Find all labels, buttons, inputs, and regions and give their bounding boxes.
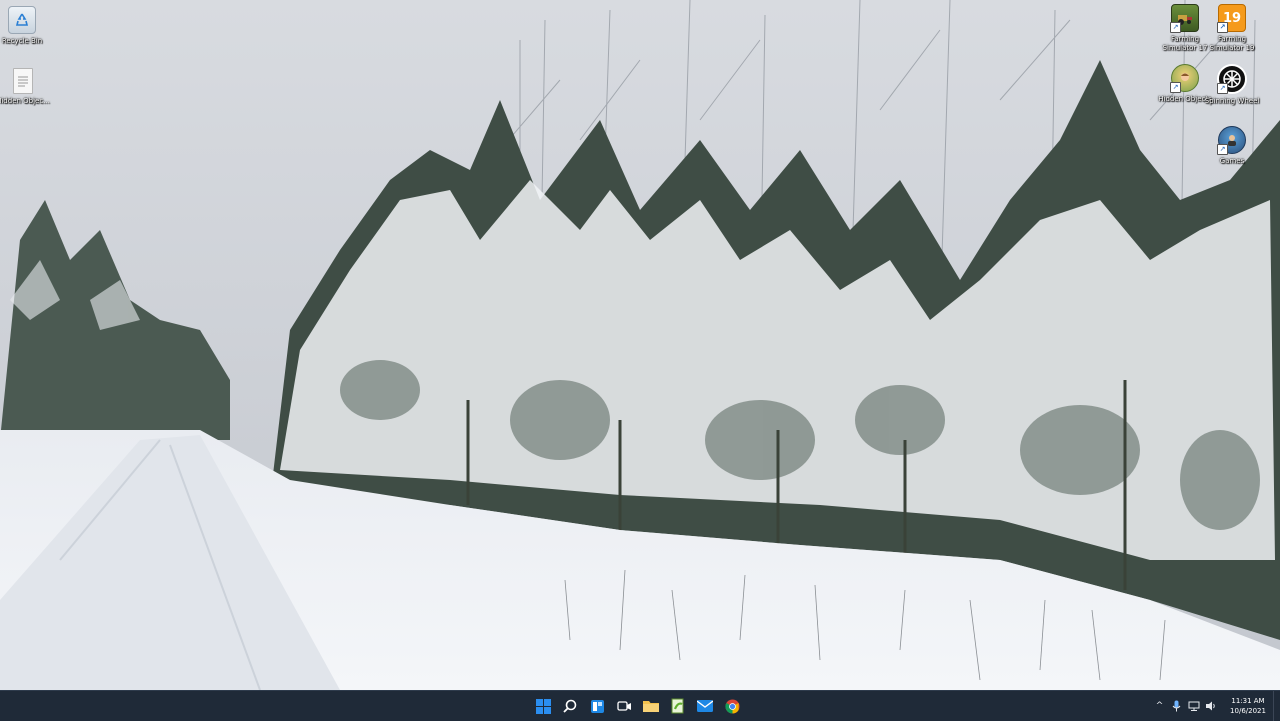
widgets-icon [590,699,604,713]
desktop-icon-label: Farming Simulator 19 [1209,35,1255,52]
taskbar-apps [533,691,742,721]
games-shortcut-icon: ↗ [1217,126,1246,155]
clock-time: 11:31 AM [1231,697,1265,705]
mail-icon [697,700,713,712]
shortcut-arrow-icon: ↗ [1217,83,1228,94]
folder-icon [643,701,659,712]
farming-simulator-19-icon: 19 ↗ [1217,4,1246,33]
network-icon [1188,701,1199,711]
search-button[interactable] [560,696,580,716]
desktop-icon-label: Recycle Bin [1,37,43,45]
wheel-app-icon: ↗ [1217,64,1247,94]
widgets-button[interactable] [587,696,607,716]
network-button[interactable] [1185,691,1202,721]
desktop-wallpaper [0,0,1280,690]
windows-start-icon [535,698,551,714]
mail-button[interactable] [695,696,715,716]
taskbar-clock[interactable]: 11:31 AM 10/6/2021 [1223,696,1273,716]
farming-simulator-17-icon: ↗ [1170,4,1199,33]
show-hidden-icons-button[interactable]: ^ [1151,691,1168,721]
desktop-icon-games[interactable]: ↗ Games [1202,126,1262,166]
chrome-button[interactable] [722,696,742,716]
chevron-up-icon: ^ [1155,701,1164,711]
desktop-icon-farming-simulator-19[interactable]: 19 ↗ Farming Simulator 19 [1202,4,1262,53]
shortcut-arrow-icon: ↗ [1217,22,1228,33]
notepad-plus-plus-icon [671,698,684,714]
shortcut-arrow-icon: ↗ [1170,22,1181,33]
microphone-icon [1172,700,1181,712]
start-button[interactable] [533,696,553,716]
desktop-icon-spinning-wheel[interactable]: ↗ Spinning Wheel [1202,64,1262,106]
shortcut-arrow-icon: ↗ [1170,82,1181,93]
show-desktop-button[interactable] [1273,691,1280,721]
recycle-bin-icon [8,6,36,34]
text-file-icon [13,68,33,94]
desktop-icon-hidden-objects-file[interactable]: Hidden Objec... [0,68,53,106]
chrome-icon [724,698,740,714]
teams-chat-icon [616,700,631,711]
shortcut-arrow-icon: ↗ [1217,144,1228,155]
chat-button[interactable] [614,696,634,716]
desktop-icon-label: Hidden Objec... [0,97,50,105]
notepad-plus-plus-button[interactable] [668,696,688,716]
clock-date: 10/6/2021 [1230,707,1266,715]
system-tray: ^ 11:31 AM 10/6/2021 [1151,691,1280,721]
file-explorer-button[interactable] [641,696,661,716]
volume-button[interactable] [1202,691,1219,721]
desktop-icon-recycle-bin[interactable]: Recycle Bin [0,6,52,46]
desktop-icon-label: Spinning Wheel [1204,97,1260,105]
speaker-icon [1205,701,1215,711]
search-icon [562,699,576,713]
taskbar: ^ 11:31 AM 10/6/2021 [0,690,1280,721]
microphone-button[interactable] [1168,691,1185,721]
hidden-objects-game-icon: ↗ [1170,64,1199,93]
desktop-icon-label: Games [1219,157,1245,165]
